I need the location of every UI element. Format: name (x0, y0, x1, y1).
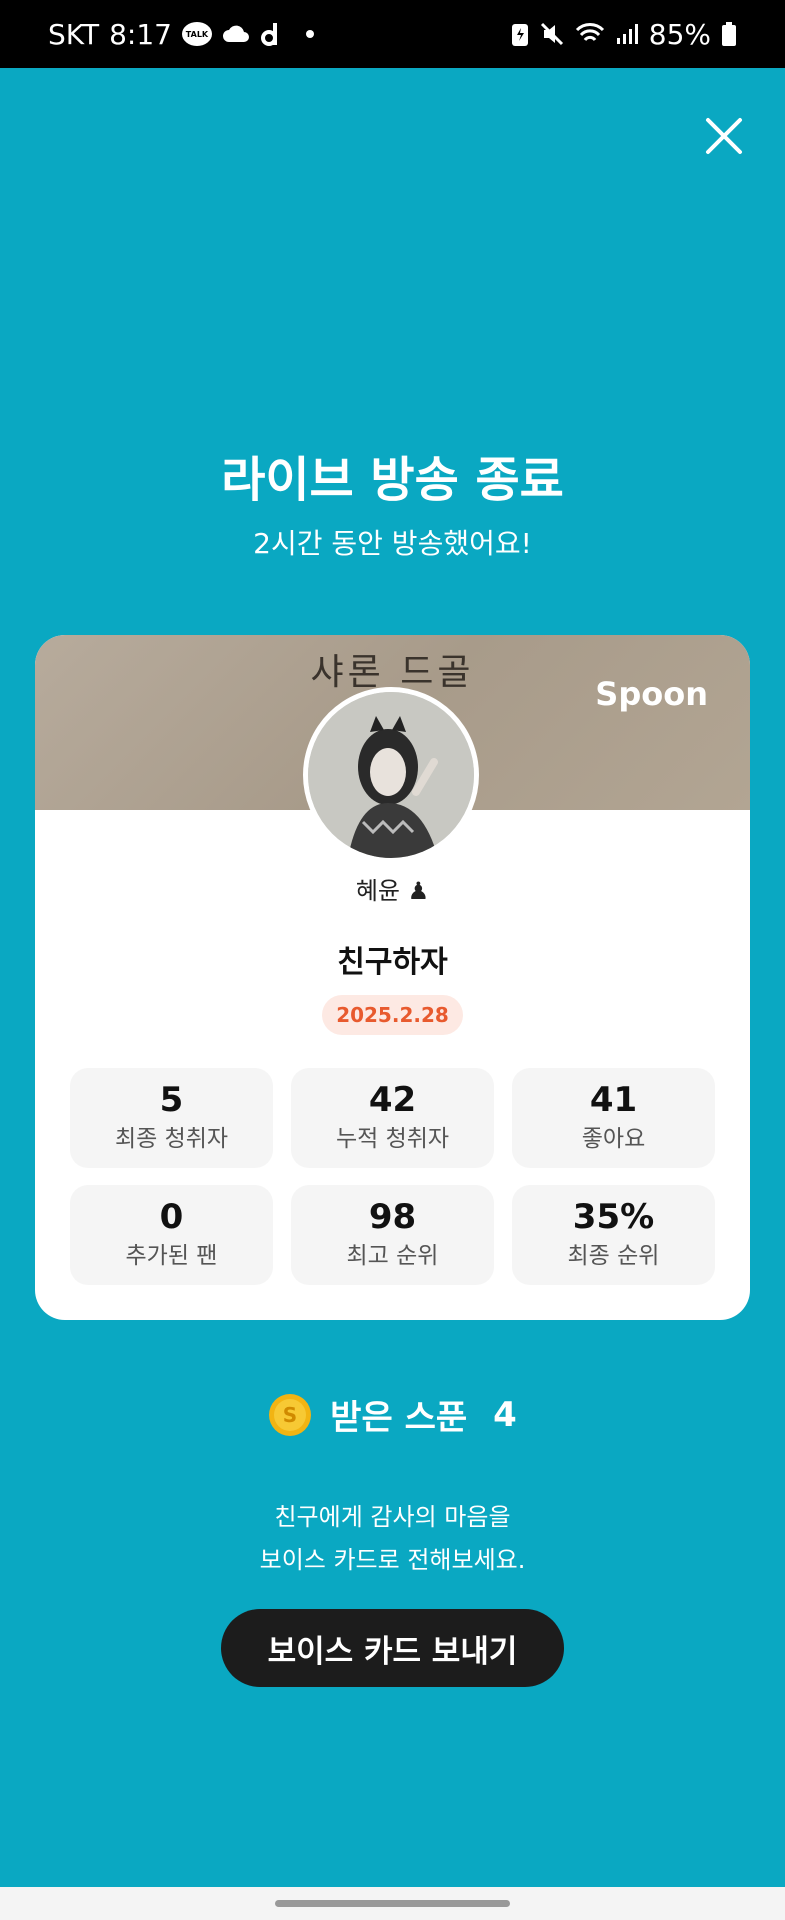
stat-likes: 41 좋아요 (512, 1068, 715, 1168)
close-button[interactable] (700, 112, 748, 160)
talk-icon-text: TALK (181, 22, 212, 46)
stat-label: 최고 순위 (346, 1243, 439, 1269)
stat-label: 누적 청취자 (335, 1126, 450, 1152)
stat-new-fans: 0 추가된 팬 (70, 1185, 273, 1285)
navigation-bar (0, 1887, 785, 1920)
received-spoons: S 받은 스푼 4 (0, 1390, 785, 1439)
spoon-count: 4 (493, 1394, 517, 1435)
wifi-icon (575, 21, 605, 47)
page-title: 라이브 방송 종료 (221, 452, 564, 508)
close-icon (706, 118, 742, 154)
date-badge-wrapper: 2025.2.28 (35, 995, 750, 1035)
stat-value: 42 (368, 1080, 417, 1120)
spoon-label: 받은 스푼 (330, 1398, 468, 1438)
status-bar: SKT 8:17 TALK 85% (0, 0, 785, 68)
clock: 8:17 (109, 17, 172, 51)
coin-letter: S (283, 1403, 297, 1427)
stat-final-rank: 35% 최종 순위 (512, 1185, 715, 1285)
battery-saver-icon (511, 21, 529, 47)
carrier-label: SKT (48, 17, 100, 51)
status-bar-right: 85% (511, 0, 737, 68)
home-indicator[interactable] (275, 1900, 510, 1907)
signal-icon (615, 22, 639, 46)
status-bar-left: SKT 8:17 TALK (48, 0, 314, 68)
stat-value: 41 (589, 1080, 638, 1120)
cloud-icon (222, 24, 250, 44)
stat-value: 98 (368, 1197, 417, 1237)
kakaotalk-icon: TALK (181, 22, 212, 46)
thanks-line-1: 친구에게 감사의 마음을 (274, 1503, 511, 1531)
stat-value: 35% (572, 1197, 655, 1237)
notification-dot (305, 30, 314, 38)
stat-label: 최종 순위 (567, 1243, 660, 1269)
stat-total-listeners: 42 누적 청취자 (291, 1068, 494, 1168)
avatar-photo (308, 692, 474, 858)
battery-percent: 85% (648, 17, 711, 51)
stat-label: 최종 청취자 (114, 1126, 229, 1152)
mute-icon (539, 21, 565, 47)
stats-grid: 5 최종 청취자 42 누적 청취자 41 좋아요 0 추가된 팬 98 최고 … (70, 1068, 715, 1285)
spoon-coin-icon: S (268, 1393, 312, 1437)
d-app-icon (260, 21, 282, 47)
stat-label: 좋아요 (581, 1126, 646, 1152)
broadcast-duration: 2시간 동안 방송했어요! (253, 527, 532, 560)
broadcast-summary-card: 샤론 드골 Spoon 혜윤 ♟ 친구하자 2025.2.28 5 최종 청취자 (35, 635, 750, 1320)
avatar (303, 687, 479, 863)
stat-value: 5 (159, 1080, 184, 1120)
spoon-logo: Spoon (595, 675, 708, 713)
host-nickname: 혜윤 ♟ (355, 877, 430, 905)
send-voice-card-button[interactable]: 보이스 카드 보내기 (221, 1609, 564, 1687)
stat-best-rank: 98 최고 순위 (291, 1185, 494, 1285)
thanks-message: 친구에게 감사의 마음을 보이스 카드로 전해보세요. (0, 1496, 785, 1582)
stat-value: 0 (159, 1197, 184, 1237)
room-title: 친구하자 (337, 945, 448, 980)
thanks-line-2: 보이스 카드로 전해보세요. (259, 1546, 526, 1574)
stat-final-listeners: 5 최종 청취자 (70, 1068, 273, 1168)
stat-label: 추가된 팬 (125, 1243, 218, 1269)
battery-icon (721, 21, 737, 47)
date-badge: 2025.2.28 (322, 995, 463, 1035)
